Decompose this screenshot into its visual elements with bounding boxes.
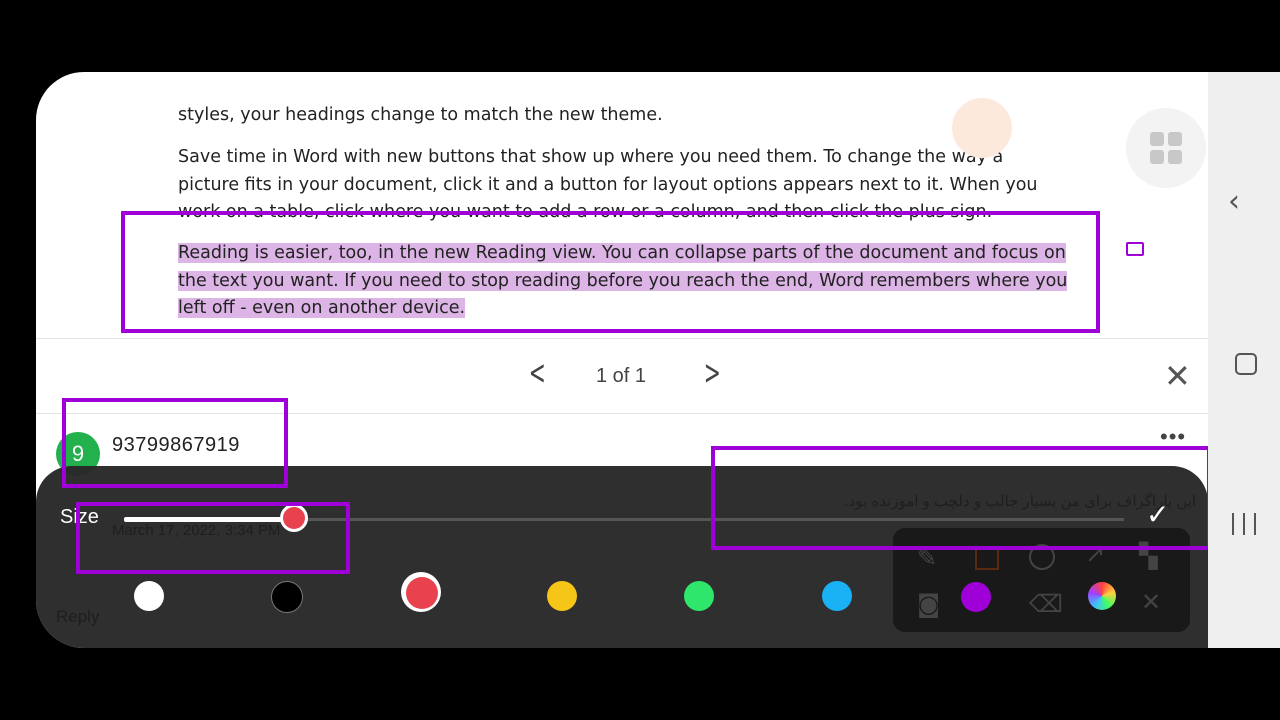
android-nav-bar: ‹ [1208, 72, 1280, 648]
close-icon[interactable]: ✕ [1164, 357, 1191, 395]
color-wheel-icon[interactable] [1088, 582, 1116, 610]
annotation-box-date [76, 502, 350, 574]
reply-button[interactable]: Reply [56, 607, 99, 627]
color-red [406, 577, 438, 609]
annotation-box-comment [711, 446, 1211, 550]
annotation-color-swatch[interactable] [961, 582, 991, 612]
chevron-left-icon[interactable]: < [529, 353, 546, 393]
color-black[interactable] [271, 581, 303, 613]
eraser-icon[interactable]: ⌫ [1029, 590, 1063, 618]
nav-home-icon[interactable] [1235, 353, 1257, 375]
grid-icon [1150, 132, 1164, 146]
chevron-right-icon[interactable]: > [704, 353, 721, 393]
comment-count: 1 of 1 [596, 365, 647, 387]
comment-icon[interactable] [1126, 242, 1144, 256]
color-blue[interactable] [822, 581, 852, 611]
annotation-box-author [62, 398, 288, 488]
grid-icon [1168, 150, 1182, 164]
color-yellow[interactable] [547, 581, 577, 611]
grid-button[interactable] [1126, 108, 1206, 188]
grid-icon [1150, 150, 1164, 164]
doc-paragraph-1: styles, your headings change to match th… [178, 105, 663, 125]
nav-back-icon[interactable]: ‹ [1228, 184, 1240, 219]
touch-indicator [952, 98, 1012, 158]
nav-recents-icon[interactable] [1232, 513, 1256, 535]
color-green[interactable] [684, 581, 714, 611]
grid-icon [1168, 132, 1182, 146]
undo-icon[interactable]: ✕ [1141, 588, 1161, 616]
annotation-box-paragraph [121, 211, 1100, 333]
camera-icon[interactable]: ◙ [917, 590, 940, 618]
color-white[interactable] [134, 581, 164, 611]
